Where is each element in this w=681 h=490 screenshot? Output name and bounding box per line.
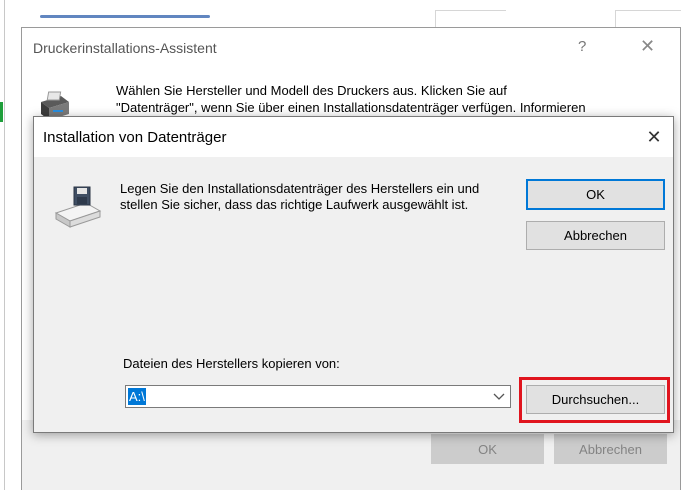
floppy-drive-icon: [54, 186, 102, 228]
wizard-description-line1: Wählen Sie Hersteller und Modell des Dru…: [116, 83, 507, 98]
background-link-underline: [40, 15, 210, 18]
cancel-button[interactable]: Abbrechen: [526, 221, 665, 250]
path-input-value[interactable]: A:\: [128, 388, 146, 405]
help-button[interactable]: ?: [578, 38, 586, 55]
install-from-disk-dialog: Installation von Datenträger ✕ Legen Sie…: [33, 116, 674, 433]
wizard-ok-button[interactable]: OK: [431, 434, 544, 464]
dialog-close-button[interactable]: ✕: [641, 124, 667, 150]
dialog-message: Legen Sie den Installationsdatenträger d…: [120, 181, 480, 212]
browse-highlight-box: [519, 377, 670, 423]
background-frame: [435, 10, 506, 27]
background-border: [4, 0, 5, 490]
background-frame: [615, 10, 681, 27]
wizard-cancel-button[interactable]: Abbrechen: [554, 434, 667, 464]
background-green-marker: [0, 102, 3, 122]
wizard-title: Druckerinstallations-Assistent: [33, 40, 217, 56]
copy-from-label: Dateien des Herstellers kopieren von:: [123, 356, 340, 371]
wizard-description: Wählen Sie Hersteller und Modell des Dru…: [116, 82, 676, 116]
background-window-top: [0, 0, 681, 26]
wizard-close-button[interactable]: ✕: [640, 36, 655, 57]
ok-button[interactable]: OK: [526, 179, 665, 210]
wizard-description-line2: "Datenträger", wenn Sie über einen Insta…: [116, 100, 586, 115]
chevron-down-icon[interactable]: [492, 389, 506, 403]
dialog-titlebar: Installation von Datenträger ✕: [34, 117, 673, 157]
dialog-title: Installation von Datenträger: [43, 129, 227, 146]
path-combobox[interactable]: A:\: [125, 385, 511, 408]
